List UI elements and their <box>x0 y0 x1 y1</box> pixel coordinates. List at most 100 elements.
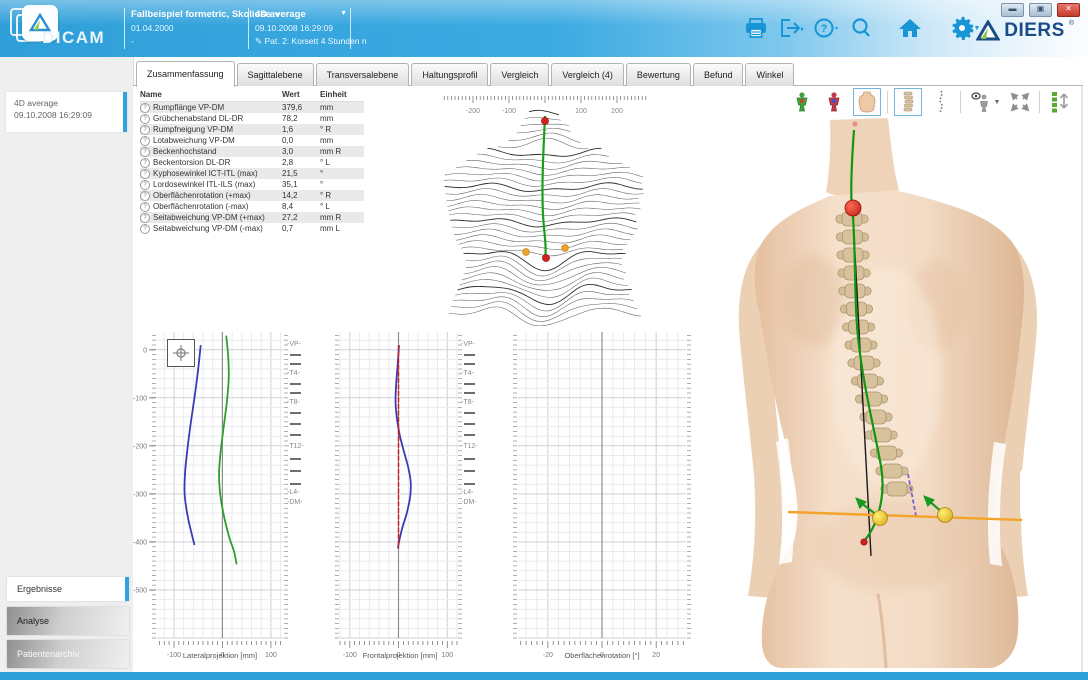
sidebar-item-ergebnisse[interactable]: Ergebnisse <box>7 577 129 601</box>
vertebra-tick <box>290 470 301 472</box>
info-icon[interactable]: ? <box>140 180 150 190</box>
vertebra-tick <box>464 458 475 460</box>
info-icon[interactable]: ? <box>140 147 150 157</box>
posture-markers-red-icon[interactable] <box>821 89 847 115</box>
vertebra-label-t4: -T4- <box>461 370 474 377</box>
table-row: ?Beckenhochstand3,0mm R <box>140 146 364 157</box>
tab-zusammenfassung[interactable]: Zusammenfassung <box>136 61 235 87</box>
table-row: ?Oberflächenrotation (+max)14,2° R <box>140 190 364 201</box>
minimize-button[interactable]: ▬ <box>1001 3 1024 17</box>
table-row: ?Grübchenabstand DL-DR78,2mm <box>140 113 364 124</box>
tab-transversalebene[interactable]: Transversalebene <box>316 63 410 86</box>
results-table: Name Wert Einheit ?Rumpflänge VP-DM379,6… <box>140 88 364 234</box>
vp-marker <box>845 200 861 216</box>
svg-text:100: 100 <box>575 108 587 115</box>
svg-text:?: ? <box>821 23 828 35</box>
measurement-selector[interactable]: 4D average ▼ 09.10.2008 16:29:09 ✎ Pat. … <box>255 9 347 47</box>
chevron-down-icon[interactable]: ▼ <box>340 10 347 17</box>
info-icon[interactable]: ? <box>140 202 150 212</box>
vertebra-tick <box>464 423 475 425</box>
vertebra-tick <box>464 470 475 472</box>
info-icon[interactable]: ? <box>140 191 150 201</box>
search-icon[interactable] <box>847 14 875 42</box>
close-button[interactable]: ✕ <box>1057 3 1080 17</box>
table-row: ?Lordosewinkel ITL-ILS (max)35,1° <box>140 179 364 190</box>
spine-curve-icon[interactable] <box>928 89 954 115</box>
edit-pencil-icon[interactable]: ✎ <box>255 36 262 46</box>
toolbar-divider <box>887 91 888 113</box>
dicam-logo: DICAM <box>8 2 128 54</box>
vertebra-label-t8: -T8- <box>287 399 300 406</box>
vertebra-tick <box>290 458 301 460</box>
fullscreen-icon[interactable] <box>1007 89 1033 115</box>
svg-text:0: 0 <box>143 347 147 354</box>
tab-winkel[interactable]: Winkel <box>745 63 794 86</box>
vertebra-tick <box>464 354 475 356</box>
measurement-datetime: 09.10.2008 16:29:09 <box>255 23 347 33</box>
scan-title: 4D average <box>14 98 127 108</box>
home-button[interactable] <box>896 14 924 42</box>
vertebra-tick <box>464 392 475 394</box>
toolbar-divider <box>960 91 961 113</box>
svg-text:-400: -400 <box>133 539 147 546</box>
lateral-projection-chart: 0-100-200-300-400-500-1000100 <box>157 332 283 638</box>
tab-vergleich[interactable]: Vergleich <box>490 63 549 86</box>
sidebar-item-patientenarchiv[interactable]: Patientenarchiv <box>7 640 129 668</box>
dm-marker <box>861 539 867 545</box>
info-icon[interactable]: ? <box>140 125 150 135</box>
tab-vergleich-4[interactable]: Vergleich (4) <box>551 63 624 86</box>
surface-rotation-chart: -20020 <box>518 332 686 638</box>
pan-tool-button[interactable] <box>167 339 195 367</box>
torso-3d-model[interactable] <box>702 116 1074 668</box>
tab-haltungsprofil[interactable]: Haltungsprofil <box>411 63 488 86</box>
diers-logo: DIERS® <box>976 20 1074 42</box>
info-icon[interactable]: ? <box>140 213 150 223</box>
vertebra-label-dm: -DM- <box>287 499 303 506</box>
svg-text:-200: -200 <box>133 443 147 450</box>
measurement-name: 4D average <box>255 9 306 20</box>
vertebra-label-t8: -T8- <box>461 399 474 406</box>
window-controls: ▬ ▣ ✕ <box>1001 3 1080 17</box>
table-row: ?Beckentorsion DL-DR2,8° L <box>140 157 364 168</box>
spine-view-button[interactable] <box>894 88 922 116</box>
sidebar-item-analyse[interactable]: Analyse <box>7 607 129 635</box>
info-icon[interactable]: ? <box>140 169 150 179</box>
model-visibility-button[interactable]: ▼ <box>967 89 1001 115</box>
table-row: ?Seitabweichung VP-DM (-max)0,7mm L <box>140 223 364 234</box>
vertebra-tick <box>290 434 301 436</box>
surface-view-button[interactable] <box>853 88 881 116</box>
info-icon[interactable]: ? <box>140 224 150 234</box>
header-bar: DICAM Fallbeispiel formetric, Skoliose ▼… <box>0 0 1088 57</box>
vertebra-tick <box>464 383 475 385</box>
header-divider <box>248 8 249 49</box>
info-icon[interactable]: ? <box>140 136 150 146</box>
tab-sagittalebene[interactable]: Sagittalebene <box>237 63 314 86</box>
app-name: DICAM <box>42 28 105 48</box>
table-row: ?Seitabweichung VP-DM (+max)27,2mm R <box>140 212 364 223</box>
info-icon[interactable]: ? <box>140 103 150 113</box>
tab-befund[interactable]: Befund <box>693 63 744 86</box>
svg-text:-300: -300 <box>133 491 147 498</box>
tab-bewertung[interactable]: Bewertung <box>626 63 691 86</box>
help-button[interactable]: ? <box>812 14 840 42</box>
vertebra-label-dm: -DM- <box>461 499 477 506</box>
chart-title-lateral: Lateralprojektion [mm] <box>140 651 300 660</box>
info-icon[interactable]: ? <box>140 158 150 168</box>
vertebra-tick <box>290 423 301 425</box>
table-body: ?Rumpflänge VP-DM379,6mm?Grübchenabstand… <box>140 102 364 234</box>
vertebra-tick <box>464 412 475 414</box>
toolbar-divider <box>1039 91 1040 113</box>
brand-name: DIERS <box>1004 20 1065 42</box>
patient-selector[interactable]: Fallbeispiel formetric, Skoliose ▼ 01.04… <box>131 9 243 46</box>
measurement-note: Pat. 2: Korsett 4 Stunden n <box>265 36 367 46</box>
export-button[interactable] <box>777 14 805 42</box>
info-icon[interactable]: ? <box>140 114 150 124</box>
marker-list-button[interactable] <box>1046 89 1076 115</box>
accent-bar <box>123 92 127 132</box>
posture-markers-green-icon[interactable] <box>789 89 815 115</box>
vertebra-label-vp: -VP- <box>461 341 475 348</box>
print-button[interactable] <box>742 14 770 42</box>
svg-text:-100: -100 <box>133 395 147 402</box>
selected-scan-card[interactable]: 4D average 09.10.2008 16:29:09 <box>6 92 127 132</box>
maximize-button[interactable]: ▣ <box>1029 3 1052 17</box>
